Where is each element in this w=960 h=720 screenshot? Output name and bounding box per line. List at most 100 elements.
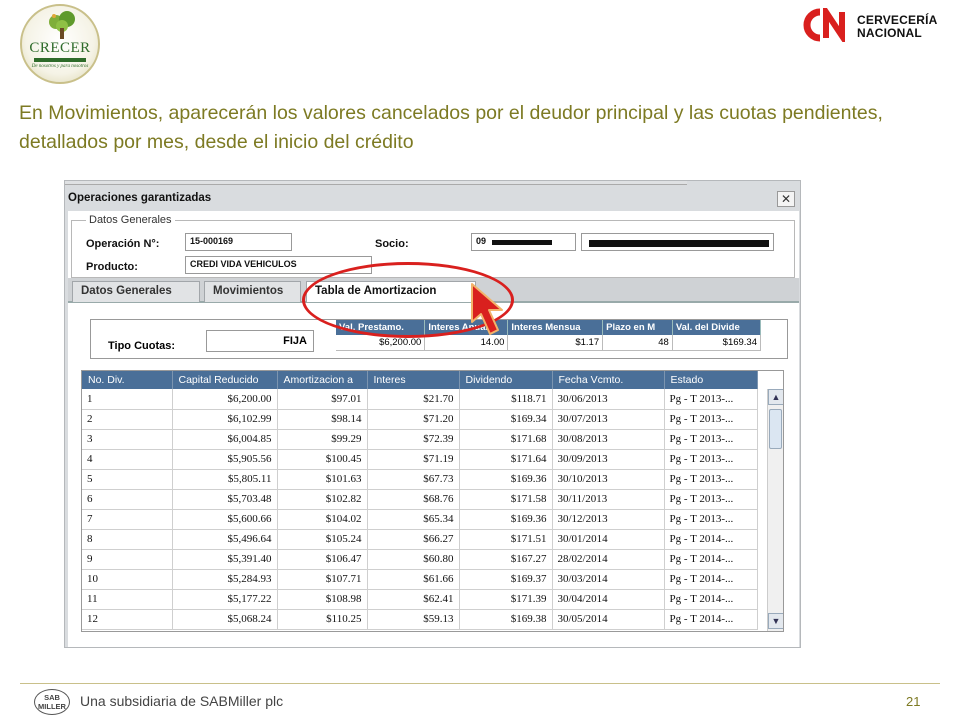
- table-cell: 8: [82, 529, 173, 550]
- table-cell: 28/02/2014: [552, 549, 665, 570]
- column-header[interactable]: Fecha Vcmto.: [552, 371, 665, 389]
- tipo-cuotas-label: Tipo Cuotas:: [108, 340, 176, 352]
- table-row[interactable]: 12 $5,068.24 $110.25 $59.13 $169.38 30/05/201…: [82, 609, 758, 630]
- table-cell: $97.01: [277, 389, 368, 410]
- table-cell: Pg - T 2013-...: [664, 449, 758, 470]
- producto-label: Producto:: [86, 261, 138, 273]
- table-cell: $169.38: [459, 609, 553, 630]
- table-cell: $169.36: [459, 509, 553, 530]
- table-cell: $62.41: [367, 589, 460, 610]
- sab-line-2: MILLER: [38, 702, 66, 711]
- table-cell: $66.27: [367, 529, 460, 550]
- table-cell: $169.34: [459, 409, 553, 430]
- tree-icon: [49, 11, 75, 39]
- column-header[interactable]: Amortizacion a: [277, 371, 368, 389]
- table-row[interactable]: 5 $5,805.11 $101.63 $67.73 $169.36 30/10/2013…: [82, 469, 758, 490]
- sabmiller-logo: SAB MILLER: [34, 689, 70, 715]
- table-cell: Pg - T 2014-...: [664, 589, 758, 610]
- scroll-down-button[interactable]: ▼: [768, 613, 783, 629]
- table-cell: 30/07/2013: [552, 409, 665, 430]
- table-cell: Pg - T 2013-...: [664, 429, 758, 450]
- table-cell: $5,496.64: [172, 529, 278, 550]
- table-row[interactable]: 3 $6,004.85 $99.29 $72.39 $171.68 30/08/2013 P…: [82, 429, 758, 450]
- column-header[interactable]: Capital Reducido: [172, 371, 278, 389]
- table-cell: 3: [82, 429, 173, 450]
- table-cell: $61.66: [367, 569, 460, 590]
- table-row[interactable]: 4 $5,905.56 $100.45 $71.19 $171.64 30/09/2013…: [82, 449, 758, 470]
- socio-label: Socio:: [375, 238, 409, 250]
- table-body: 1 $6,200.00 $97.01 $21.70 $118.71 30/06/2013 P…: [82, 389, 758, 630]
- table-row[interactable]: 7 $5,600.66 $104.02 $65.34 $169.36 30/12/2013…: [82, 509, 758, 530]
- table-row[interactable]: 9 $5,391.40 $106.47 $60.80 $167.27 28/02/2014…: [82, 549, 758, 570]
- table-row[interactable]: 8 $5,496.64 $105.24 $66.27 $171.51 30/01/2014…: [82, 529, 758, 550]
- sab-line-1: SAB: [44, 693, 60, 702]
- table-cell: 30/12/2013: [552, 509, 665, 530]
- scroll-up-button[interactable]: ▲: [768, 389, 783, 405]
- table-cell: 30/09/2013: [552, 449, 665, 470]
- datos-generales-legend: Datos Generales: [89, 214, 172, 226]
- page-number: 21: [906, 694, 921, 709]
- table-cell: $107.71: [277, 569, 368, 590]
- summary-header: Val. del Divide: [672, 320, 762, 335]
- table-row[interactable]: 6 $5,703.48 $102.82 $68.76 $171.58 30/11/2013…: [82, 489, 758, 510]
- operacion-label: Operación N°:: [86, 238, 160, 250]
- table-cell: $171.64: [459, 449, 553, 470]
- table-cell: Pg - T 2013-...: [664, 409, 758, 430]
- column-header[interactable]: Dividendo: [459, 371, 553, 389]
- table-row[interactable]: 11 $5,177.22 $108.98 $62.41 $171.39 30/04/201…: [82, 589, 758, 610]
- crecer-bar: [34, 58, 86, 62]
- table-cell: $71.20: [367, 409, 460, 430]
- table-cell: 30/05/2014: [552, 609, 665, 630]
- crecer-brand: CRECER: [29, 40, 91, 56]
- cn-mark-icon: [803, 8, 845, 42]
- table-cell: 2: [82, 409, 173, 430]
- table-cell: Pg - T 2014-...: [664, 569, 758, 590]
- cn-line-2: NACIONAL: [857, 26, 922, 40]
- scroll-thumb[interactable]: [769, 409, 782, 449]
- crecer-logo: CRECER De nosotros y para nosotros: [20, 4, 100, 84]
- amortizacion-panel: Tipo Cuotas: FIJA Val. Prestamo. Interes…: [68, 302, 799, 647]
- table-cell: $167.27: [459, 549, 553, 570]
- tab-movimientos[interactable]: Movimientos: [204, 281, 301, 302]
- footer-divider: [20, 683, 940, 684]
- close-button[interactable]: ✕: [777, 191, 795, 207]
- table-cell: $5,805.11: [172, 469, 278, 490]
- table-cell: $68.76: [367, 489, 460, 510]
- table-cell: $21.70: [367, 389, 460, 410]
- window-top-edge: [65, 181, 687, 185]
- table-cell: 30/10/2013: [552, 469, 665, 490]
- table-cell: 30/11/2013: [552, 489, 665, 510]
- table-cell: $102.82: [277, 489, 368, 510]
- table-cell: Pg - T 2013-...: [664, 509, 758, 530]
- table-row[interactable]: 2 $6,102.99 $98.14 $71.20 $169.34 30/07/2013 P…: [82, 409, 758, 430]
- operacion-field[interactable]: 15-000169: [185, 233, 292, 251]
- socio-id-prefix: 09: [476, 236, 487, 246]
- cerveceria-nacional-logo: CERVECERÍA NACIONAL: [800, 8, 945, 44]
- column-header[interactable]: Estado: [664, 371, 758, 389]
- table-cell: Pg - T 2014-...: [664, 529, 758, 550]
- table-cell: $5,391.40: [172, 549, 278, 570]
- table-cell: Pg - T 2013-...: [664, 489, 758, 510]
- table-cell: 30/03/2014: [552, 569, 665, 590]
- table-cell: 9: [82, 549, 173, 570]
- column-header[interactable]: No. Div.: [82, 371, 173, 389]
- table-row[interactable]: 10 $5,284.93 $107.71 $61.66 $169.37 30/03/201…: [82, 569, 758, 590]
- table-cell: $6,004.85: [172, 429, 278, 450]
- cn-logo-text: CERVECERÍA NACIONAL: [857, 14, 937, 40]
- table-cell: $171.39: [459, 589, 553, 610]
- tab-datos-generales[interactable]: Datos Generales: [72, 281, 200, 302]
- table-cell: Pg - T 2013-...: [664, 469, 758, 490]
- table-cell: $5,177.22: [172, 589, 278, 610]
- tipo-cuotas-field[interactable]: FIJA: [206, 330, 314, 352]
- crecer-tagline: De nosotros y para nosotros: [31, 64, 89, 69]
- summary-value: $1.17: [507, 335, 604, 351]
- column-header[interactable]: Interes: [367, 371, 460, 389]
- table-cell: 30/01/2014: [552, 529, 665, 550]
- summary-value: $169.34: [672, 335, 762, 351]
- table-cell: $5,703.48: [172, 489, 278, 510]
- table-cell: $118.71: [459, 389, 553, 410]
- table-row[interactable]: 1 $6,200.00 $97.01 $21.70 $118.71 30/06/2013 P…: [82, 389, 758, 410]
- table-cell: $99.29: [277, 429, 368, 450]
- redaction-bar: [589, 240, 769, 247]
- vertical-scrollbar[interactable]: ▲ ▼: [767, 389, 783, 631]
